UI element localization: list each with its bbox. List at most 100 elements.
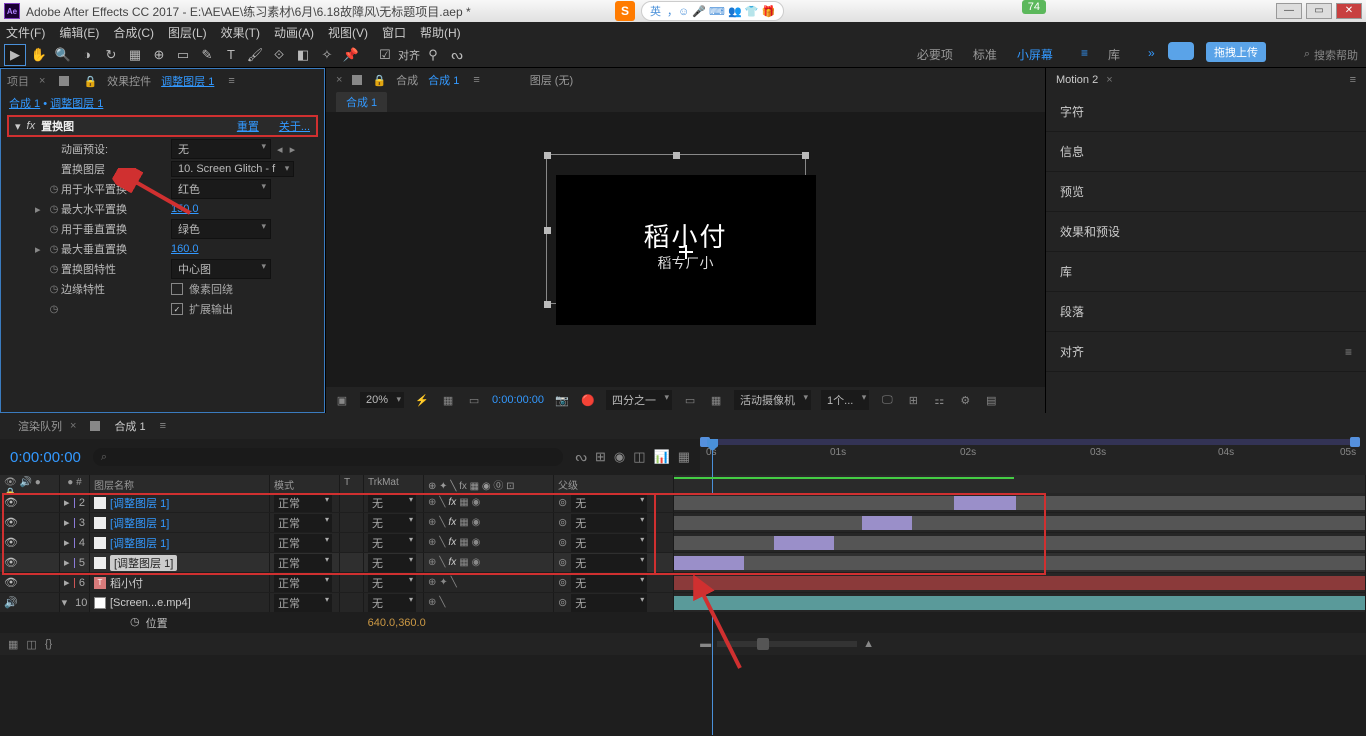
frame-blend-icon[interactable]: ⊞: [595, 449, 606, 465]
twirl-icon[interactable]: ▾: [62, 596, 68, 609]
menu-file[interactable]: 文件(F): [6, 24, 45, 41]
menu-window[interactable]: 窗口: [382, 24, 406, 41]
twirl-icon[interactable]: ▸: [64, 516, 70, 529]
blend-mode-dd[interactable]: 正常: [274, 574, 332, 592]
layer-name[interactable]: [调整图层 1]: [110, 495, 169, 511]
parent-dd[interactable]: 无: [571, 594, 647, 612]
eye-icon[interactable]: 👁: [4, 496, 18, 509]
bc-layer[interactable]: 调整图层 1: [50, 98, 103, 110]
handle-ml[interactable]: [544, 227, 551, 234]
resolution-icon[interactable]: ▦: [440, 394, 456, 407]
roto-tool[interactable]: ✧: [316, 44, 338, 66]
toggle-modes-icon[interactable]: ◫: [26, 638, 36, 651]
trkmat-dd[interactable]: 无: [368, 494, 416, 512]
twirl-icon[interactable]: ▸: [64, 496, 70, 509]
channel-icon[interactable]: 🔴: [580, 394, 596, 407]
pen-tool[interactable]: ✎: [196, 44, 218, 66]
trkmat-dd[interactable]: 无: [368, 534, 416, 552]
clone-tool[interactable]: ⟐: [268, 44, 290, 66]
menu-help[interactable]: 帮助(H): [420, 24, 461, 41]
parent-dd[interactable]: 无: [571, 534, 647, 552]
zoom-in-icon[interactable]: ▲: [863, 638, 874, 650]
panel-lock-icon[interactable]: [59, 76, 69, 86]
resolution-dd[interactable]: 四分之一: [606, 390, 672, 410]
panel-preview[interactable]: 预览: [1046, 172, 1366, 212]
menu-view[interactable]: 视图(V): [328, 24, 368, 41]
comp-menu-icon[interactable]: ≡: [473, 74, 479, 86]
roi-icon[interactable]: ▭: [682, 394, 698, 407]
prop-dmap-dd[interactable]: 10. Screen Glitch - f: [171, 161, 294, 177]
layer-row[interactable]: 👁 ▸2 [调整图层 1] 正常 无 ⊕╲fx▦◉ ⊚无: [0, 493, 1366, 513]
menu-layer[interactable]: 图层(L): [168, 24, 207, 41]
pickwhip-icon[interactable]: ⊚: [558, 576, 567, 589]
eye-icon[interactable]: 👁: [4, 516, 18, 529]
fx-layer-link[interactable]: 调整图层 1: [161, 73, 214, 89]
shape-tool[interactable]: ▭: [172, 44, 194, 66]
layer-bar[interactable]: [674, 556, 744, 570]
eye-icon[interactable]: 👁: [4, 536, 18, 549]
layer-name[interactable]: [调整图层 1]: [110, 535, 169, 551]
workarea-end-handle[interactable]: [1350, 437, 1360, 447]
align-menu-icon[interactable]: ≡: [1345, 345, 1352, 359]
property-row[interactable]: ◷位置 640.0,360.0: [0, 613, 1366, 633]
alpha-icon[interactable]: ▣: [334, 394, 350, 407]
bc-comp[interactable]: 合成 1: [9, 98, 40, 110]
timeline-search[interactable]: ⌕: [93, 448, 563, 466]
motion-blur-icon[interactable]: ◉: [614, 449, 625, 465]
label-color[interactable]: [74, 518, 75, 528]
eye-icon[interactable]: 👁: [4, 576, 18, 589]
prop-position-value[interactable]: 640.0,360.0: [368, 617, 426, 629]
panel-menu-icon[interactable]: ≡: [228, 75, 234, 87]
viewer-timecode[interactable]: 0:00:00:00: [492, 394, 544, 406]
snap-opt-icon[interactable]: ⚲: [422, 44, 444, 66]
panel-info[interactable]: 信息: [1046, 132, 1366, 172]
motion2-menu-icon[interactable]: ≡: [1350, 74, 1356, 86]
prop-maxv-val[interactable]: 160.0: [171, 243, 199, 255]
search-help[interactable]: ⌕ 搜索帮助: [1304, 47, 1358, 63]
hand-tool[interactable]: ✋: [28, 44, 50, 66]
stopwatch-icon[interactable]: ◷: [47, 304, 61, 315]
layer-bar[interactable]: [674, 596, 1365, 610]
pickwhip-icon[interactable]: ⊚: [558, 596, 567, 609]
close-button[interactable]: ✕: [1336, 3, 1362, 19]
twirl-icon[interactable]: ▸: [64, 536, 70, 549]
zoom-tool[interactable]: 🔍: [52, 44, 74, 66]
brainstorm-icon[interactable]: 📊: [654, 449, 670, 465]
motion2-header[interactable]: Motion 2×≡: [1046, 68, 1366, 92]
audio-icon[interactable]: 🔊: [4, 596, 18, 609]
brush-tool[interactable]: 🖌: [244, 44, 266, 66]
parent-dd[interactable]: 无: [571, 574, 647, 592]
about-link[interactable]: 关于...: [279, 118, 310, 134]
project-tab-close[interactable]: ×: [39, 75, 45, 87]
comp-tab-close[interactable]: ×: [336, 74, 342, 86]
twirl-icon[interactable]: ▸: [64, 576, 70, 589]
selection-tool[interactable]: ▶: [4, 44, 26, 66]
zoom-handle[interactable]: [757, 638, 769, 650]
flowchart-tab[interactable]: 合成 1: [336, 92, 387, 112]
prop-hdisp-dd[interactable]: 红色: [171, 179, 271, 199]
fx-controls-tab[interactable]: 效果控件: [107, 73, 151, 89]
handle-tl[interactable]: [544, 152, 551, 159]
layer-name[interactable]: 稻小付: [110, 575, 143, 591]
views-dd[interactable]: 1个...: [821, 390, 869, 410]
label-color[interactable]: [74, 538, 75, 548]
shy-icon[interactable]: ᔓ: [575, 449, 587, 465]
stopwatch-icon[interactable]: ◷: [47, 244, 61, 255]
pickwhip-icon[interactable]: ⊚: [558, 516, 567, 529]
comp-lock2-icon[interactable]: 🔒: [372, 74, 386, 87]
sogou-icon[interactable]: S: [615, 1, 635, 21]
panel-align[interactable]: 对齐≡: [1046, 332, 1366, 372]
draft3d-icon[interactable]: ▦: [678, 449, 690, 465]
viewer[interactable]: 稻小付 稻ㄘㄏ小: [326, 112, 1045, 387]
prop-vdisp-dd[interactable]: 绿色: [171, 219, 271, 239]
graph-editor-icon[interactable]: ◫: [633, 449, 645, 465]
parent-dd[interactable]: 无: [571, 514, 647, 532]
maximize-button[interactable]: ▭: [1306, 3, 1332, 19]
project-tab[interactable]: 项目: [7, 73, 29, 89]
parent-dd[interactable]: 无: [571, 554, 647, 572]
text-tool[interactable]: T: [220, 44, 242, 66]
ws-standard[interactable]: 标准: [973, 46, 997, 63]
motion2-close[interactable]: ×: [1106, 74, 1112, 86]
comp-lock-icon[interactable]: [352, 75, 362, 85]
minimize-button[interactable]: —: [1276, 3, 1302, 19]
